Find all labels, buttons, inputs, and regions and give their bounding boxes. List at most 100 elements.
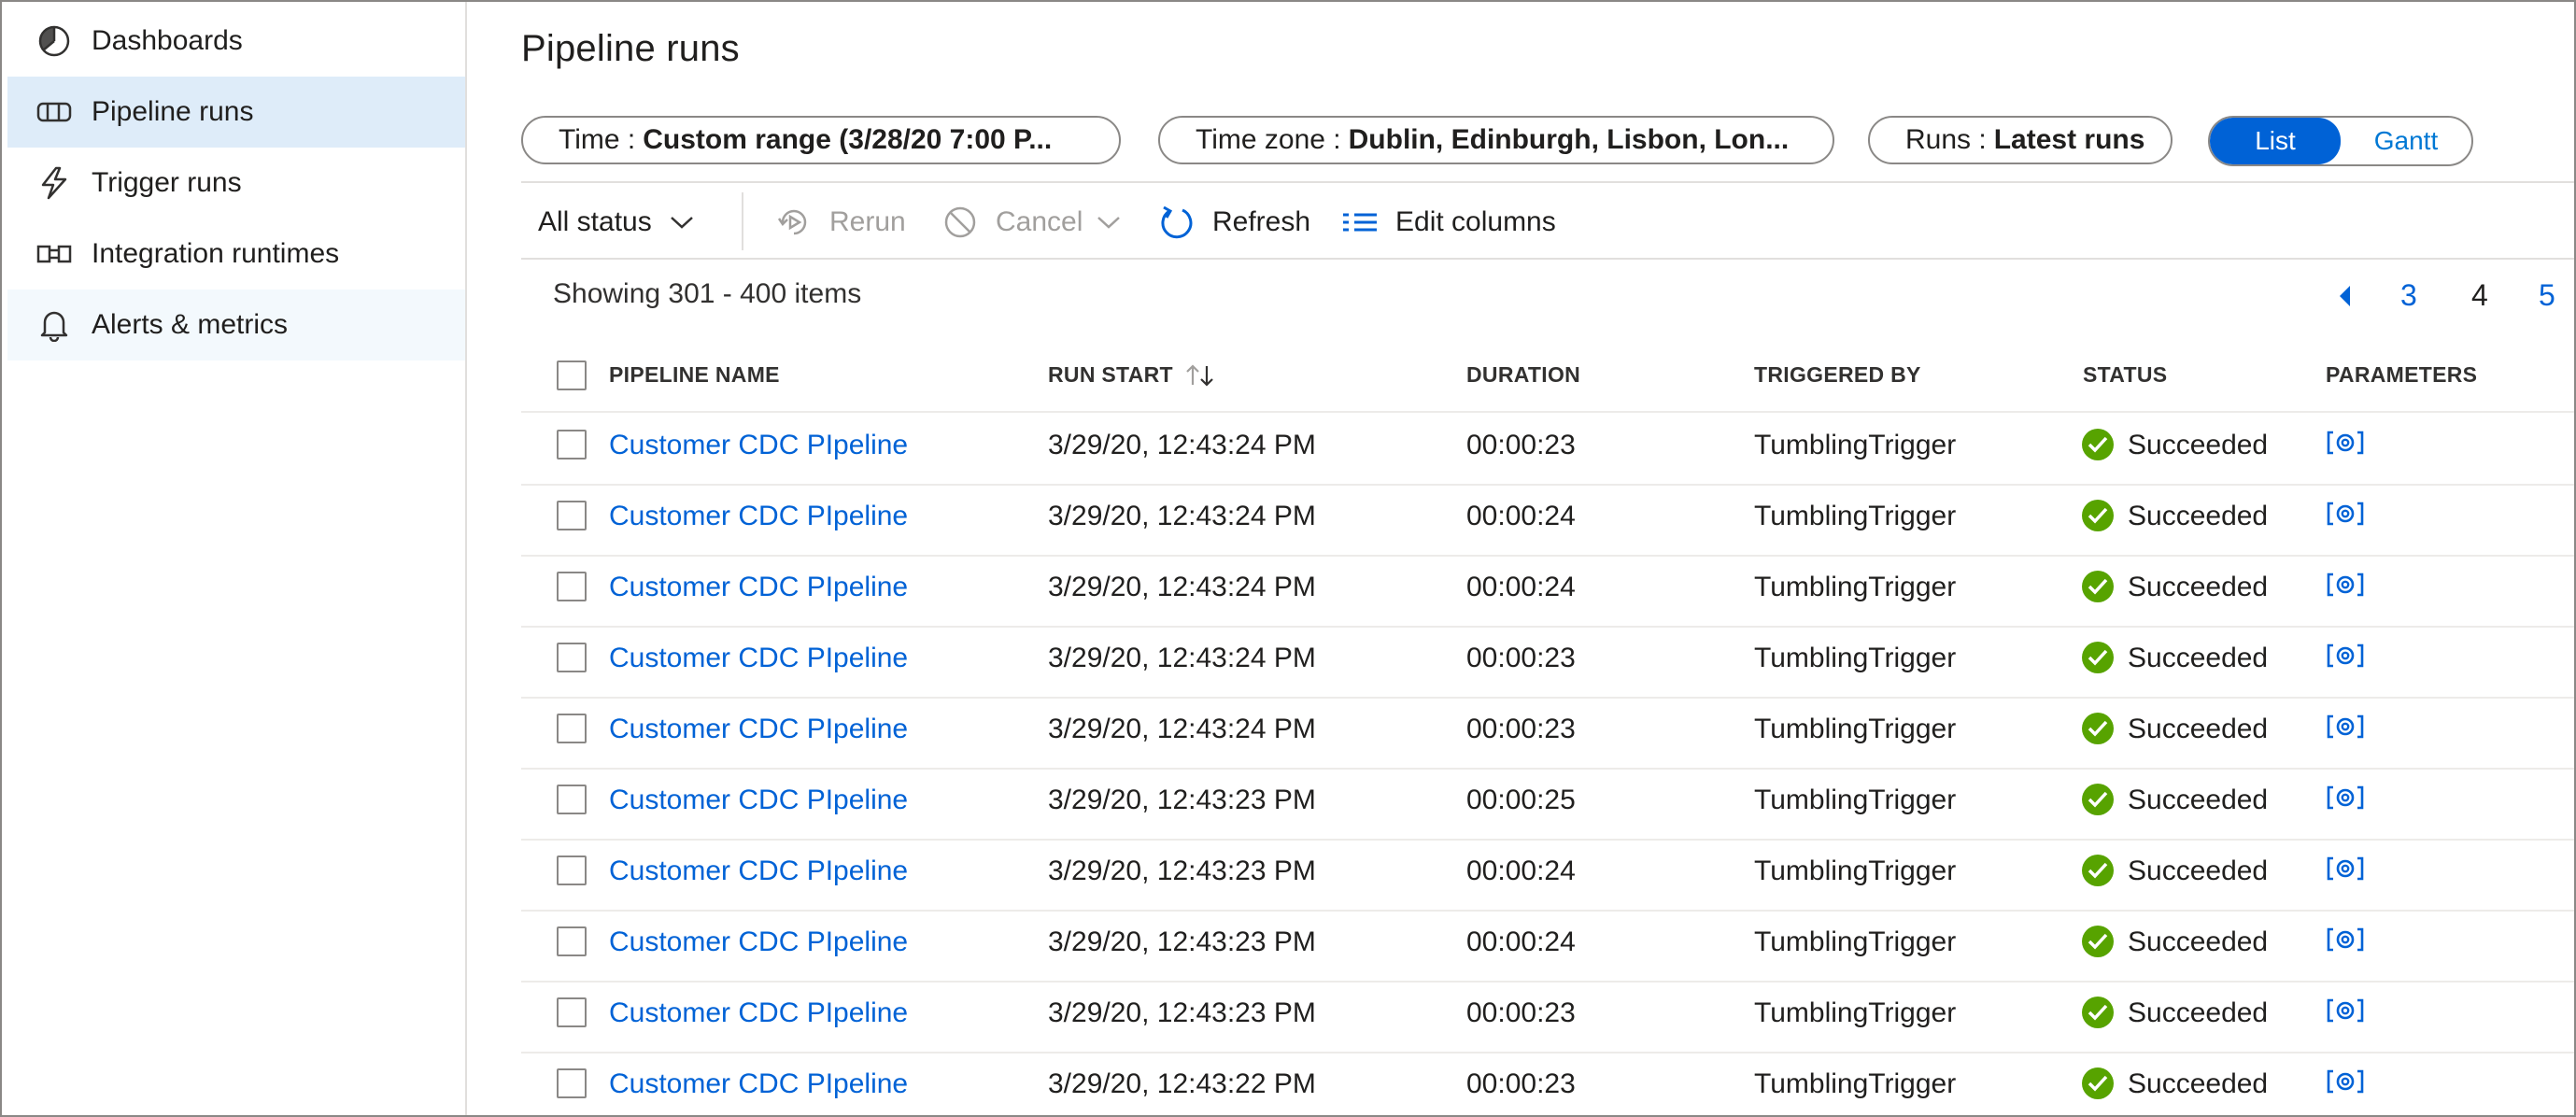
sidebar-item-label: Dashboards (92, 25, 243, 56)
sort-icon[interactable] (1184, 362, 1216, 389)
runs-filter-pill[interactable]: Runs : Latest runs (1868, 116, 2173, 164)
parameters-icon[interactable] (2326, 1068, 2365, 1095)
status-cell: Succeeded (2128, 572, 2269, 602)
duration-cell: 00:00:23 (1466, 1068, 1576, 1099)
triggered-by-cell: TumblingTrigger (1754, 714, 1957, 744)
sidebar-item-integration-runtimes[interactable]: Integration runtimes (7, 219, 465, 290)
table-row[interactable]: Customer CDC PIpeline 3/29/20, 12:43:24 P… (521, 697, 2574, 770)
run-start-cell: 3/29/20, 12:43:24 PM (1048, 643, 1316, 673)
pipeline-name-link[interactable]: Customer CDC PIpeline (609, 643, 908, 674)
rerun-button[interactable]: Rerun (775, 189, 906, 256)
row-checkbox[interactable] (557, 643, 587, 672)
select-all-checkbox[interactable] (557, 361, 587, 390)
pipeline-name-link[interactable]: Customer CDC PIpeline (609, 997, 908, 1029)
row-checkbox[interactable] (557, 785, 587, 814)
column-header-pipeline-name[interactable]: PIPELINE NAME (609, 362, 780, 388)
parameters-icon[interactable] (2326, 785, 2365, 811)
sidebar-item-trigger-runs[interactable]: Trigger runs (7, 148, 465, 219)
column-header-status[interactable]: STATUS (2083, 362, 2167, 388)
parameters-icon[interactable] (2326, 855, 2365, 882)
triggered-by-cell: TumblingTrigger (1754, 785, 1957, 815)
success-check-icon (2082, 642, 2114, 673)
pipeline-name-link[interactable]: Customer CDC PIpeline (609, 501, 908, 532)
sidebar-item-dashboards[interactable]: Dashboards (7, 6, 465, 77)
table-row[interactable]: Customer CDC PIpeline 3/29/20, 12:43:24 P… (521, 413, 2574, 486)
pipeline-icon (36, 102, 72, 122)
parameters-icon[interactable] (2326, 714, 2365, 740)
pipeline-name-link[interactable]: Customer CDC PIpeline (609, 572, 908, 603)
success-check-icon (2082, 784, 2114, 815)
success-check-icon (2082, 713, 2114, 744)
page-5-link[interactable]: 5 (2539, 278, 2555, 313)
status-cell: Succeeded (2128, 785, 2269, 815)
cancel-button[interactable]: Cancel (941, 189, 1122, 256)
run-start-cell: 3/29/20, 12:43:24 PM (1048, 714, 1316, 744)
triggered-by-cell: TumblingTrigger (1754, 430, 1957, 460)
page-4-current[interactable]: 4 (2471, 278, 2488, 313)
view-toggle: List Gantt (2208, 116, 2473, 166)
view-gantt-option[interactable]: Gantt (2341, 118, 2471, 164)
row-checkbox[interactable] (557, 714, 587, 743)
parameters-icon[interactable] (2326, 643, 2365, 669)
parameters-icon[interactable] (2326, 926, 2365, 953)
pipeline-name-link[interactable]: Customer CDC PIpeline (609, 1068, 908, 1100)
parameters-icon[interactable] (2326, 501, 2365, 527)
row-checkbox[interactable] (557, 1068, 587, 1098)
success-check-icon (2082, 926, 2114, 957)
timezone-filter-pill[interactable]: Time zone : Dublin, Edinburgh, Lisbon, Lo… (1158, 116, 1834, 164)
run-start-cell: 3/29/20, 12:43:23 PM (1048, 785, 1316, 815)
success-check-icon (2082, 1068, 2114, 1099)
previous-page-icon[interactable] (2337, 284, 2354, 308)
parameters-icon[interactable] (2326, 997, 2365, 1024)
run-start-cell: 3/29/20, 12:43:23 PM (1048, 855, 1316, 886)
table-row[interactable]: Customer CDC PIpeline 3/29/20, 12:43:23 P… (521, 839, 2574, 912)
success-check-icon (2082, 429, 2114, 460)
table-row[interactable]: Customer CDC PIpeline 3/29/20, 12:43:23 P… (521, 768, 2574, 841)
duration-cell: 00:00:24 (1466, 501, 1576, 531)
pipeline-name-link[interactable]: Customer CDC PIpeline (609, 714, 908, 745)
row-checkbox[interactable] (557, 572, 587, 601)
timezone-filter-value: Dublin, Edinburgh, Lisbon, Lon... (1348, 124, 1790, 155)
row-checkbox[interactable] (557, 926, 587, 956)
triggered-by-cell: TumblingTrigger (1754, 501, 1957, 531)
sidebar-item-alerts-metrics[interactable]: Alerts & metrics (7, 290, 465, 361)
integration-runtime-icon (36, 245, 72, 263)
status-cell: Succeeded (2128, 997, 2269, 1028)
status-filter-dropdown[interactable]: All status (538, 189, 695, 256)
pipeline-name-link[interactable]: Customer CDC PIpeline (609, 430, 908, 461)
parameters-icon[interactable] (2326, 430, 2365, 456)
table-row[interactable]: Customer CDC PIpeline 3/29/20, 12:43:23 P… (521, 981, 2574, 1053)
pipeline-name-link[interactable]: Customer CDC PIpeline (609, 785, 908, 816)
cancel-icon (944, 206, 976, 238)
column-header-triggered-by[interactable]: TRIGGERED BY (1754, 362, 1921, 388)
row-checkbox[interactable] (557, 430, 587, 460)
row-checkbox[interactable] (557, 501, 587, 530)
time-filter-pill[interactable]: Time : Custom range (3/28/20 7:00 P... (521, 116, 1121, 164)
table-row[interactable]: Customer CDC PIpeline 3/29/20, 12:43:24 P… (521, 484, 2574, 557)
refresh-button[interactable]: Refresh (1158, 189, 1310, 256)
table-row[interactable]: Customer CDC PIpeline 3/29/20, 12:43:24 P… (521, 555, 2574, 628)
column-header-parameters[interactable]: PARAMETERS (2326, 362, 2477, 388)
page-3-link[interactable]: 3 (2400, 278, 2417, 313)
sidebar-item-label: Trigger runs (92, 167, 242, 198)
pipeline-name-link[interactable]: Customer CDC PIpeline (609, 926, 908, 958)
dashboard-icon (38, 25, 70, 57)
column-header-run-start[interactable]: RUN START (1048, 362, 1173, 388)
status-cell: Succeeded (2128, 501, 2269, 531)
edit-columns-button[interactable]: Edit columns (1341, 189, 1556, 256)
column-header-duration[interactable]: DURATION (1466, 362, 1580, 388)
parameters-icon[interactable] (2326, 572, 2365, 598)
row-checkbox[interactable] (557, 855, 587, 885)
triggered-by-cell: TumblingTrigger (1754, 997, 1957, 1028)
status-cell: Succeeded (2128, 926, 2269, 957)
view-list-option[interactable]: List (2210, 118, 2341, 164)
rerun-icon (777, 209, 807, 235)
table-row[interactable]: Customer CDC PIpeline 3/29/20, 12:43:22 P… (521, 1052, 2574, 1115)
triggered-by-cell: TumblingTrigger (1754, 1068, 1957, 1099)
table-row[interactable]: Customer CDC PIpeline 3/29/20, 12:43:24 P… (521, 626, 2574, 699)
table-row[interactable]: Customer CDC PIpeline 3/29/20, 12:43:23 P… (521, 910, 2574, 983)
status-cell: Succeeded (2128, 855, 2269, 886)
sidebar-item-pipeline-runs[interactable]: Pipeline runs (7, 77, 465, 148)
pipeline-name-link[interactable]: Customer CDC PIpeline (609, 855, 908, 887)
row-checkbox[interactable] (557, 997, 587, 1027)
